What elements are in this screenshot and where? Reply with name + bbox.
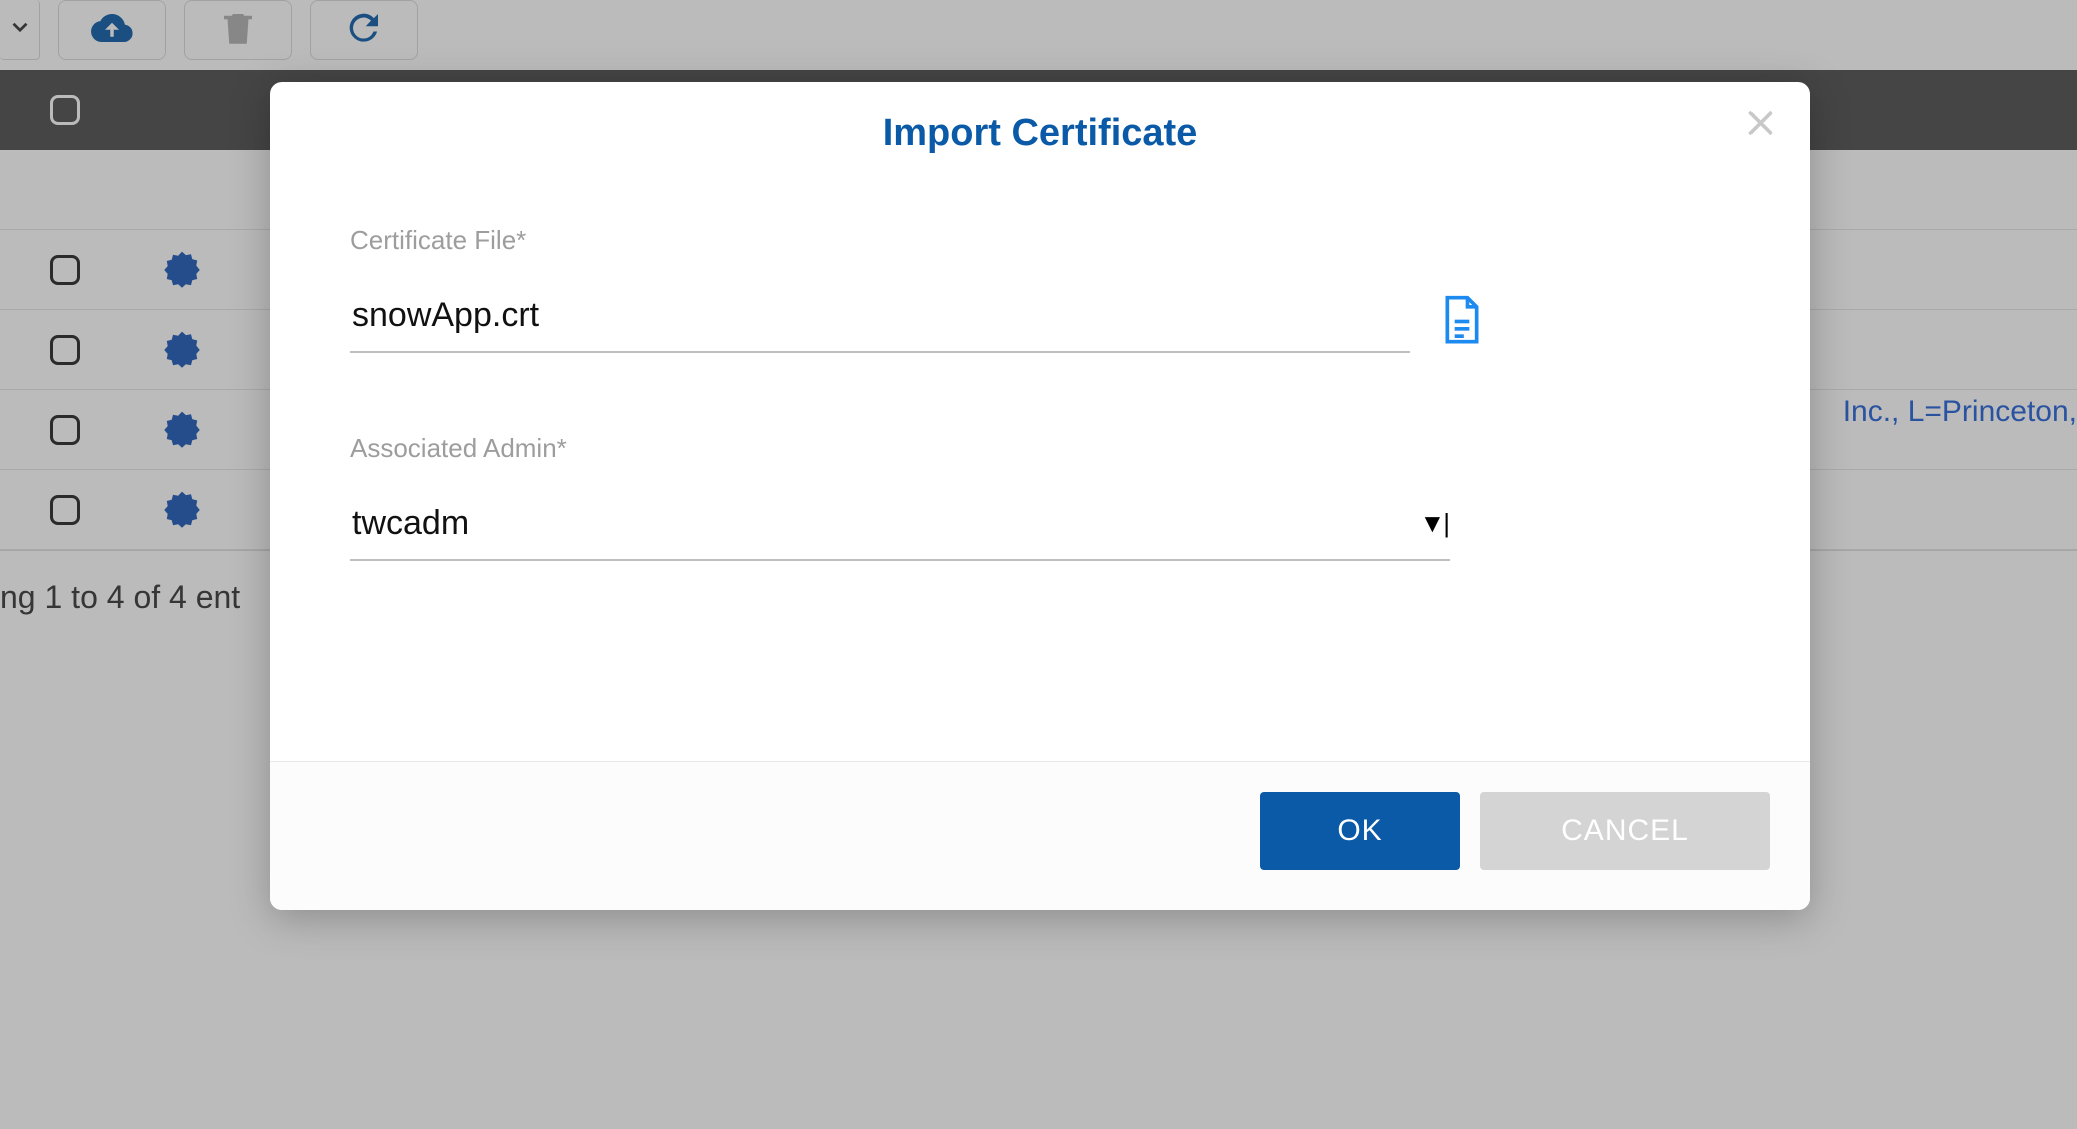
- certificate-file-label: Certificate File*: [350, 225, 1730, 256]
- certificate-file-input[interactable]: [350, 286, 1410, 353]
- close-icon: [1742, 104, 1780, 142]
- file-picker-button[interactable]: [1440, 294, 1484, 346]
- certificate-file-group: Certificate File*: [350, 225, 1730, 353]
- document-icon: [1440, 294, 1484, 345]
- modal-footer: OK CANCEL: [270, 761, 1810, 910]
- associated-admin-group: Associated Admin* twcadm ▼|: [350, 433, 1730, 561]
- select-value: twcadm: [352, 504, 469, 543]
- modal-body: Certificate File* Associated Admin* twca: [270, 165, 1810, 761]
- associated-admin-label: Associated Admin*: [350, 433, 1730, 464]
- caret-down-icon: ▼|: [1420, 508, 1449, 539]
- cancel-button[interactable]: CANCEL: [1480, 792, 1770, 870]
- modal-title: Import Certificate: [310, 112, 1770, 155]
- close-button[interactable]: [1742, 104, 1780, 142]
- associated-admin-select[interactable]: twcadm ▼|: [350, 494, 1450, 561]
- modal-header: Import Certificate: [270, 82, 1810, 165]
- import-certificate-modal: Import Certificate Certificate File*: [270, 82, 1810, 910]
- ok-button[interactable]: OK: [1260, 792, 1460, 870]
